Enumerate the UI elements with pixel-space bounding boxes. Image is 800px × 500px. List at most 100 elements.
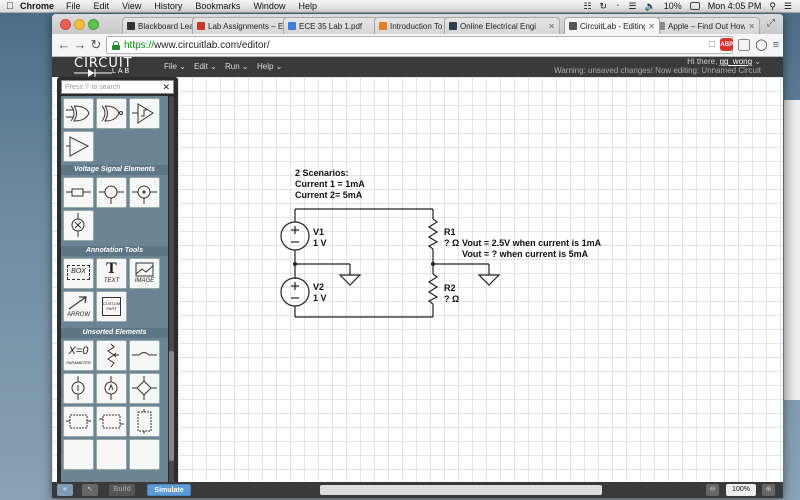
cl-menu-file[interactable]: File ⌄: [164, 62, 186, 71]
notification-icon[interactable]: ☰: [784, 1, 792, 12]
annotation-image-tool[interactable]: IMAGE: [129, 258, 160, 289]
r1-note-vout-2[interactable]: Vout = ? when current is 5mA: [462, 249, 588, 260]
menu-edit[interactable]: Edit: [94, 1, 110, 11]
glasses-icon[interactable]: ◯: [755, 38, 767, 51]
menu-help[interactable]: Help: [298, 1, 317, 11]
spotlight-icon[interactable]: ⚲: [769, 1, 776, 12]
r2-name[interactable]: R2: [444, 283, 456, 294]
parts-scrollbar-thumb[interactable]: [169, 351, 174, 461]
zoom-in-button[interactable]: ⊕: [762, 484, 775, 496]
tab-close-icon[interactable]: ✕: [548, 22, 555, 31]
note-current-2[interactable]: Current 2= 5mA: [295, 190, 362, 201]
note-scenarios[interactable]: 2 Scenarios:: [295, 168, 349, 179]
undo-button[interactable]: «: [57, 484, 73, 496]
part-tile-partial-3[interactable]: [129, 439, 160, 470]
menu-window[interactable]: Window: [253, 1, 285, 11]
r2-value[interactable]: ? Ω: [444, 294, 459, 305]
clock[interactable]: Mon 4:05 PM: [708, 1, 762, 11]
pointer-tool-button[interactable]: ↖: [82, 484, 98, 496]
buffer-part[interactable]: [63, 131, 94, 162]
window-minimize-button[interactable]: [74, 19, 85, 30]
forward-button[interactable]: →: [72, 37, 88, 53]
current-probe-part[interactable]: [63, 373, 94, 404]
signal-source-part[interactable]: [129, 177, 160, 208]
v2-value[interactable]: 1 V: [313, 293, 327, 304]
r1-value[interactable]: ? Ω: [444, 238, 459, 249]
cl-menu-edit[interactable]: Edit ⌄: [194, 62, 217, 71]
zoom-level[interactable]: 100%: [726, 484, 756, 496]
part-search-input[interactable]: Press '/' to search ✕: [61, 80, 174, 94]
adblock-icon[interactable]: ABP: [720, 38, 734, 51]
ac-source-icon: [71, 213, 85, 237]
tab-circuitlab[interactable]: CircuitLab - Editing " ✕: [564, 17, 660, 34]
cl-menu-help[interactable]: Help ⌄: [257, 62, 282, 71]
potentiometer-part[interactable]: [96, 340, 127, 371]
site-favicon-icon: [379, 22, 387, 30]
v1-value[interactable]: 1 V: [313, 238, 327, 249]
circuitlab-header: CIRCUIT LAB File ⌄ Edit ⌄ Run ⌄ Help ⌄ H…: [52, 56, 783, 77]
menu-view[interactable]: View: [122, 1, 141, 11]
menu-icon[interactable]: ≡: [773, 39, 779, 51]
annotation-box-tool[interactable]: BOX: [63, 258, 94, 289]
back-button[interactable]: ←: [56, 37, 72, 53]
tab-online-electrical[interactable]: Online Electrical Engi ✕: [444, 17, 560, 34]
v1-name[interactable]: V1: [313, 227, 324, 238]
annotation-custom-part-tool[interactable]: CUSTOM PART: [96, 291, 127, 322]
user-dropdown-icon[interactable]: ⌄: [754, 57, 761, 66]
r1-name[interactable]: R1: [444, 227, 456, 238]
tab-apple[interactable]: Apple – Find Out How ✕: [652, 17, 760, 34]
v2-name[interactable]: V2: [313, 282, 324, 293]
app-menu-chrome[interactable]: Chrome: [20, 1, 54, 11]
dropbox-icon[interactable]: ☷: [583, 1, 591, 12]
battery-icon[interactable]: [689, 2, 700, 10]
username-link[interactable]: gg_wong: [720, 57, 752, 66]
apple-menu-icon[interactable]: : [0, 1, 20, 12]
part-tile-partial-1[interactable]: [63, 439, 94, 470]
window-close-button[interactable]: [60, 19, 71, 30]
bluetooth-icon[interactable]: ᛫: [615, 1, 620, 11]
tab-close-icon[interactable]: ✕: [648, 22, 655, 31]
buffer-icon: [66, 136, 90, 157]
zoom-out-button[interactable]: ⊖: [706, 484, 719, 496]
search-clear-icon[interactable]: ✕: [162, 81, 170, 94]
subcircuit-part-2[interactable]: [96, 406, 127, 437]
menu-bookmarks[interactable]: Bookmarks: [195, 1, 240, 11]
window-maximize-button[interactable]: [88, 19, 99, 30]
subcircuit-part-3[interactable]: [129, 406, 160, 437]
extension-icon[interactable]: [738, 38, 751, 51]
sync-icon[interactable]: ↻: [600, 1, 608, 12]
reload-button[interactable]: ↻: [88, 37, 104, 53]
r1-note-vout-1[interactable]: Vout = 2.5V when current is 1mA: [462, 238, 601, 249]
parameter-part[interactable]: X=0 PARAMETER: [63, 340, 94, 371]
menu-history[interactable]: History: [154, 1, 182, 11]
window-icon[interactable]: □: [709, 39, 715, 50]
build-button[interactable]: Build: [109, 484, 135, 496]
address-bar[interactable]: https://www.circuitlab.com/editor/ □ ☆: [106, 36, 733, 54]
diamond-source-part[interactable]: [129, 373, 160, 404]
circuitlab-logo[interactable]: CIRCUIT LAB: [74, 56, 150, 77]
xnor-gate-part[interactable]: [96, 98, 127, 129]
battery-percent[interactable]: 10%: [664, 1, 682, 11]
voltage-probe-part[interactable]: [63, 177, 94, 208]
annotation-arrow-tool[interactable]: ARROW: [63, 291, 94, 322]
cl-menu-run[interactable]: Run ⌄: [225, 62, 249, 71]
wifi-icon[interactable]: ☰: [628, 1, 636, 12]
part-tile-partial-2[interactable]: [96, 439, 127, 470]
xor-gate-part[interactable]: [63, 98, 94, 129]
menu-file[interactable]: File: [66, 1, 81, 11]
annotation-text-tool[interactable]: T TEXT: [96, 258, 127, 289]
ac-source-part[interactable]: [63, 210, 94, 241]
schmitt-trigger-part[interactable]: [129, 98, 160, 129]
lamp-part[interactable]: [129, 340, 160, 371]
voltage-source-part[interactable]: [96, 177, 127, 208]
url-host-path: www.circuitlab.com/editor/: [154, 39, 270, 51]
parts-scrollbar[interactable]: [169, 96, 174, 484]
tab-close-icon[interactable]: ✕: [748, 22, 755, 31]
subcircuit-part-1[interactable]: [63, 406, 94, 437]
volume-icon[interactable]: 🔈: [645, 1, 656, 12]
fullscreen-icon[interactable]: ⤢: [765, 18, 777, 30]
ammeter-part[interactable]: [96, 373, 127, 404]
note-current-1[interactable]: Current 1 = 1mA: [295, 179, 365, 190]
simulate-button[interactable]: Simulate: [147, 484, 191, 496]
junction-dot-right: [431, 262, 435, 266]
